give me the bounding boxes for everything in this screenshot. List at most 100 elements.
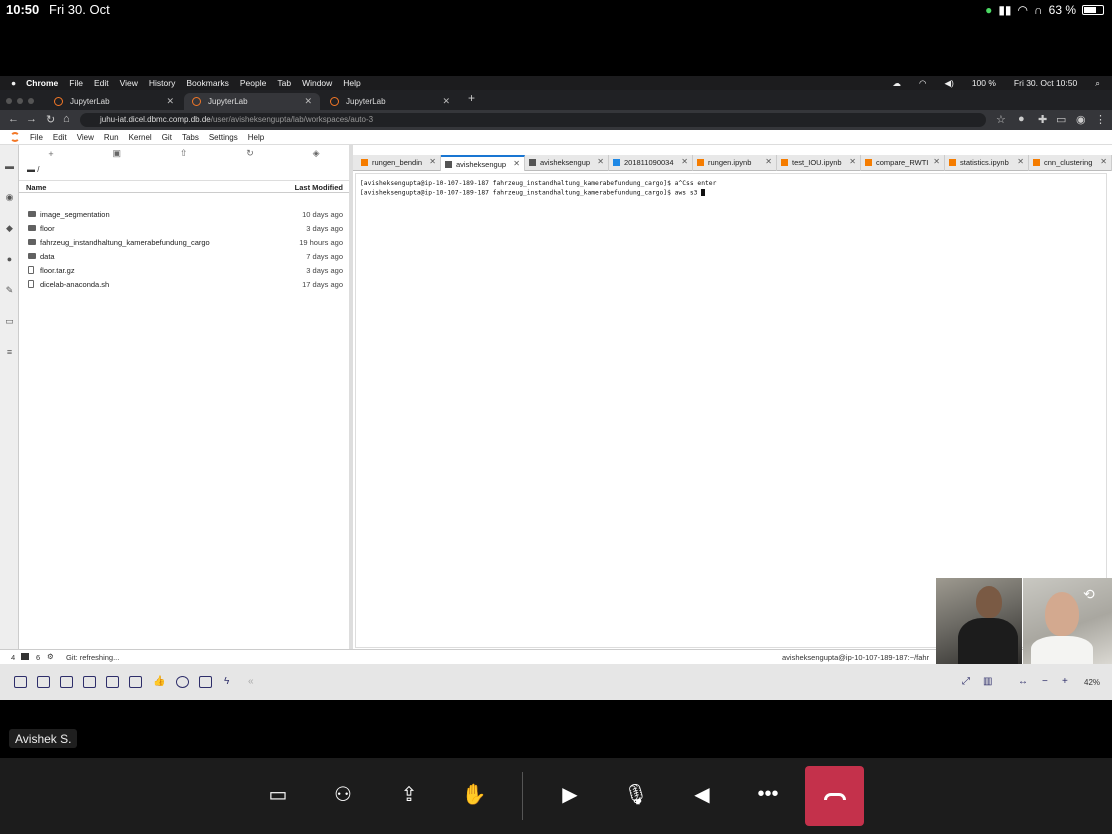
mac-menu-item[interactable]: Window <box>302 78 332 88</box>
terminal[interactable]: [avisheksengupta@ip-10-107-189-187 fahrz… <box>355 173 1107 648</box>
comment-icon[interactable] <box>60 676 73 688</box>
share-screen-icon[interactable]: ⇪ <box>391 776 427 812</box>
file-row[interactable]: floor 3 days ago <box>19 222 349 236</box>
breadcrumb[interactable]: ▬ / <box>27 165 39 174</box>
cast-icon[interactable]: ▭ <box>1056 113 1066 126</box>
close-icon[interactable]: ✕ <box>933 157 940 166</box>
git-clone-icon[interactable]: ◈ <box>313 148 320 159</box>
jupyter-menu-item[interactable]: Settings <box>209 133 238 142</box>
list-icon[interactable]: ≡ <box>4 348 15 357</box>
document-tab[interactable]: avisheksengup ✕ <box>525 155 609 171</box>
reload-icon[interactable]: ↻ <box>46 113 55 126</box>
search-icon[interactable]: ⌕ <box>1095 78 1100 89</box>
jupyter-menu-item[interactable]: Kernel <box>129 133 152 142</box>
timer-icon[interactable] <box>176 676 189 688</box>
palette-icon[interactable]: ● <box>4 255 15 264</box>
chat-icon[interactable]: ▭ <box>260 776 296 812</box>
jupyter-menu-item[interactable]: View <box>77 133 94 142</box>
extension-icon[interactable]: ● <box>1018 113 1025 125</box>
mac-menu-item[interactable]: View <box>120 78 138 88</box>
hang-up-button[interactable] <box>805 766 864 826</box>
crop-icon[interactable] <box>14 676 27 688</box>
jupyter-menu-item[interactable]: Run <box>104 133 119 142</box>
zoom-out-icon[interactable]: − <box>1042 676 1048 687</box>
folder-icon[interactable]: ▬ <box>4 162 15 171</box>
camera-icon[interactable]: ▶ <box>552 776 588 812</box>
close-icon[interactable]: ✕ <box>849 157 856 166</box>
running-icon[interactable]: ◉ <box>4 193 15 202</box>
video-icon[interactable] <box>199 676 212 688</box>
document-tab[interactable]: cnn_clustering ✕ <box>1029 155 1112 171</box>
window-controls[interactable] <box>6 98 34 104</box>
zoom-in-icon[interactable]: + <box>1062 676 1068 687</box>
upload-icon[interactable]: ⇧ <box>180 148 188 159</box>
file-row[interactable]: floor.tar.gz 3 days ago <box>19 264 349 278</box>
file-row[interactable]: dicelab-anaconda.sh 17 days ago <box>19 278 349 292</box>
git-icon[interactable]: ◆ <box>4 224 15 233</box>
apple-icon[interactable]: ● <box>11 78 16 88</box>
participants-icon[interactable]: ⚇ <box>325 776 361 812</box>
jupyter-menu-item[interactable]: Edit <box>53 133 67 142</box>
participant-video[interactable] <box>936 578 1022 666</box>
document-tab[interactable]: 201811090034 ✕ <box>609 155 693 171</box>
document-tab[interactable]: rungen.ipynb ✕ <box>693 155 777 171</box>
speaker-bluetooth-icon[interactable]: ◀ <box>684 776 720 812</box>
browser-tab-active[interactable]: JupyterLab ✕ <box>184 93 320 110</box>
mac-menu-item[interactable]: Tab <box>277 78 291 88</box>
mac-menu-item[interactable]: Edit <box>94 78 109 88</box>
mac-menu-item[interactable]: People <box>240 78 266 88</box>
camera-switch-icon[interactable]: ⟲ <box>1083 586 1095 603</box>
mac-menu-item[interactable]: Bookmarks <box>186 78 229 88</box>
volume-icon[interactable]: ◀) <box>944 78 953 89</box>
close-icon[interactable]: ✕ <box>681 157 688 166</box>
close-icon[interactable]: ✕ <box>304 96 312 107</box>
profile-icon[interactable]: ◉ <box>1076 113 1086 126</box>
mac-menu-item[interactable]: History <box>149 78 175 88</box>
file-row[interactable]: data 7 days ago <box>19 250 349 264</box>
url-field[interactable]: juhu-iat.dicel.dbmc.comp.db.de/user/avis… <box>80 113 986 127</box>
wifi-icon[interactable]: ◠ <box>919 78 926 89</box>
file-row[interactable]: image_segmentation 10 days ago <box>19 208 349 222</box>
wrench-icon[interactable]: ✎ <box>4 286 15 295</box>
browser-tab[interactable]: JupyterLab ✕ <box>46 93 182 110</box>
fullscreen-icon[interactable]: ⤢ <box>962 676 970 687</box>
mac-menu-app[interactable]: Chrome <box>26 78 58 88</box>
lightning-icon[interactable]: ϟ <box>224 676 229 687</box>
copy-icon[interactable] <box>83 676 96 688</box>
close-icon[interactable]: ✕ <box>429 157 436 166</box>
status-count[interactable]: 4 <box>11 653 15 662</box>
new-folder-icon[interactable]: ▣ <box>113 148 122 159</box>
mac-datetime[interactable]: Fri 30. Oct 10:50 <box>1014 78 1077 89</box>
refresh-icon[interactable]: ↻ <box>246 148 254 159</box>
name-column-header[interactable]: Name <box>26 183 46 192</box>
close-icon[interactable]: ✕ <box>513 159 520 168</box>
self-video[interactable]: ⟲ <box>1023 578 1112 666</box>
close-icon[interactable]: ✕ <box>442 96 450 107</box>
jupyter-menu-item[interactable]: Help <box>248 133 264 142</box>
raise-hand-icon[interactable]: ✋ <box>456 776 492 812</box>
thumbs-up-icon[interactable]: 👍 <box>153 676 165 687</box>
tabs-icon[interactable]: ▭ <box>4 317 15 326</box>
more-options-icon[interactable]: ••• <box>750 776 786 812</box>
jupyter-menu-item[interactable]: File <box>30 133 43 142</box>
panel-splitter[interactable] <box>349 145 353 649</box>
layout-icon[interactable] <box>106 676 119 688</box>
cloud-icon[interactable]: ☁ <box>893 78 902 89</box>
mac-battery[interactable]: 100 % <box>972 78 996 89</box>
menu-icon[interactable]: ⋮ <box>1095 113 1106 126</box>
microphone-icon[interactable]: 🎙 <box>618 776 654 812</box>
file-row[interactable]: fahrzeug_instandhaltung_kamerabefundung_… <box>19 236 349 250</box>
puzzle-icon[interactable]: ✚ <box>1038 113 1047 126</box>
forward-icon[interactable]: → <box>26 113 37 125</box>
document-tab[interactable]: statistics.ipynb ✕ <box>945 155 1029 171</box>
jupyter-menu-item[interactable]: Tabs <box>182 133 199 142</box>
map-icon[interactable]: ▥ <box>983 676 992 687</box>
document-tab[interactable]: rungen_bendin ✕ <box>357 155 441 171</box>
modified-column-header[interactable]: Last Modified <box>295 183 343 192</box>
mac-menu-item[interactable]: Help <box>343 78 360 88</box>
back-icon[interactable]: ← <box>8 113 19 125</box>
new-launcher-icon[interactable]: + <box>48 149 53 159</box>
close-icon[interactable]: ✕ <box>765 157 772 166</box>
document-tab[interactable]: test_IOU.ipynb ✕ <box>777 155 861 171</box>
status-count[interactable]: 6 <box>36 653 40 662</box>
